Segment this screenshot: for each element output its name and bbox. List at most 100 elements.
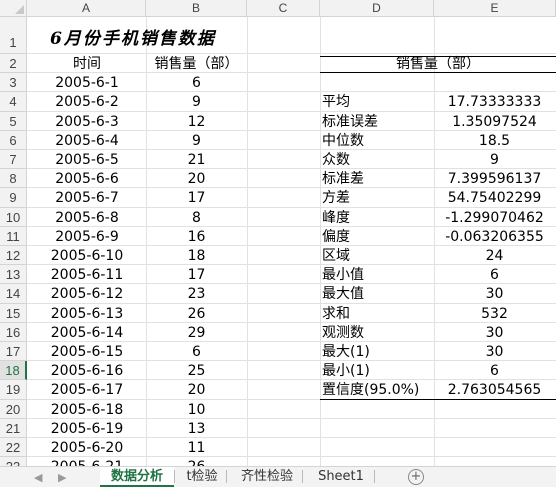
cell-stat-value[interactable]: 9 bbox=[434, 151, 555, 169]
prev-sheet-icon[interactable]: ◀ bbox=[34, 471, 42, 484]
column-header-d[interactable]: D bbox=[320, 0, 434, 17]
cell-sales[interactable]: 23 bbox=[146, 285, 247, 303]
cell-date[interactable]: 2005-6-12 bbox=[28, 285, 146, 303]
cell-stat-label[interactable]: 峰度 bbox=[321, 209, 434, 227]
cell-stat-value[interactable]: 7.399596137 bbox=[434, 170, 555, 188]
cell-date[interactable]: 2005-6-1 bbox=[28, 74, 146, 92]
cell-date[interactable]: 2005-6-15 bbox=[28, 343, 146, 361]
row-header-8[interactable]: 8 bbox=[0, 169, 27, 189]
row-header-2[interactable]: 2 bbox=[0, 54, 27, 74]
row-header-15[interactable]: 15 bbox=[0, 303, 27, 323]
cell-stat-label[interactable]: 置信度(95.0%) bbox=[321, 381, 434, 399]
cell-stat-label[interactable]: 中位数 bbox=[321, 132, 434, 150]
cell-sales[interactable]: 26 bbox=[146, 305, 247, 323]
sheet-tab-4[interactable]: Sheet1 bbox=[308, 467, 374, 487]
cell-sales[interactable]: 10 bbox=[146, 401, 247, 419]
cell-date[interactable]: 2005-6-13 bbox=[28, 305, 146, 323]
row-header-19[interactable]: 19 bbox=[0, 380, 27, 400]
cell-date[interactable]: 2005-6-20 bbox=[28, 439, 146, 457]
cell-stat-value[interactable]: 6 bbox=[434, 362, 555, 380]
cell-sales[interactable]: 8 bbox=[146, 209, 247, 227]
sheet-title-cell[interactable]: 6月份手机销售数据 bbox=[50, 24, 216, 49]
column-title-sales[interactable]: 销售量（部） bbox=[146, 55, 247, 73]
cell-date[interactable]: 2005-6-14 bbox=[28, 324, 146, 342]
row-header-14[interactable]: 14 bbox=[0, 284, 27, 304]
column-title-time[interactable]: 时间 bbox=[28, 55, 146, 73]
cell-stat-label[interactable]: 平均 bbox=[321, 93, 434, 111]
cell-sales[interactable]: 18 bbox=[146, 247, 247, 265]
cell-date[interactable]: 2005-6-16 bbox=[28, 362, 146, 380]
cell-date[interactable]: 2005-6-18 bbox=[28, 401, 146, 419]
cell-sales[interactable]: 11 bbox=[146, 439, 247, 457]
cell-date[interactable]: 2005-6-3 bbox=[28, 113, 146, 131]
row-header-6[interactable]: 6 bbox=[0, 130, 27, 150]
column-header-c[interactable]: C bbox=[247, 0, 320, 17]
row-header-9[interactable]: 9 bbox=[0, 188, 27, 208]
cell-stat-value[interactable]: 17.73333333 bbox=[434, 93, 555, 111]
spreadsheet-grid[interactable]: ABCDE 1 2 3 4 5 6 7 8 9 10 11 12 13 14 15 16 17 18 19 20 21 2… bbox=[0, 0, 556, 466]
cell-stat-value[interactable]: 30 bbox=[434, 324, 555, 342]
column-header-e[interactable]: E bbox=[434, 0, 556, 17]
cell-stat-label[interactable]: 方差 bbox=[321, 189, 434, 207]
cell-stat-value[interactable]: -0.063206355 bbox=[434, 228, 555, 246]
cell-sales[interactable]: 6 bbox=[146, 343, 247, 361]
cell-stat-label[interactable]: 求和 bbox=[321, 305, 434, 323]
cell-date[interactable]: 2005-6-8 bbox=[28, 209, 146, 227]
cell-stat-label[interactable]: 区域 bbox=[321, 247, 434, 265]
row-header-18[interactable]: 18 bbox=[0, 361, 27, 381]
row-header-10[interactable]: 10 bbox=[0, 207, 27, 227]
cell-stat-value[interactable]: 6 bbox=[434, 266, 555, 284]
cell-sales[interactable]: 20 bbox=[146, 381, 247, 399]
add-sheet-button[interactable]: + bbox=[408, 469, 424, 485]
cell-date[interactable]: 2005-6-9 bbox=[28, 228, 146, 246]
cell-sales[interactable]: 12 bbox=[146, 113, 247, 131]
cell-sales[interactable]: 13 bbox=[146, 420, 247, 438]
cell-sales[interactable]: 9 bbox=[146, 93, 247, 111]
cell-stat-value[interactable]: 24 bbox=[434, 247, 555, 265]
cell-stat-value[interactable]: 18.5 bbox=[434, 132, 555, 150]
sheet-tab-3[interactable]: 齐性检验 bbox=[232, 467, 302, 487]
row-header-5[interactable]: 5 bbox=[0, 111, 27, 131]
row-header-4[interactable]: 4 bbox=[0, 92, 27, 112]
stats-header-cell[interactable]: 销售量（部） bbox=[321, 55, 555, 73]
row-header-17[interactable]: 17 bbox=[0, 342, 27, 362]
cell-stat-label[interactable]: 标准差 bbox=[321, 170, 434, 188]
sheet-tab-1[interactable]: 数据分析 bbox=[100, 467, 174, 487]
select-all-corner[interactable] bbox=[0, 0, 27, 17]
cell-sales[interactable]: 16 bbox=[146, 228, 247, 246]
cell-stat-label[interactable]: 标准误差 bbox=[321, 113, 434, 131]
cell-stat-label[interactable]: 最小(1) bbox=[321, 362, 434, 380]
row-header-21[interactable]: 21 bbox=[0, 418, 27, 438]
cell-stat-label[interactable]: 最小值 bbox=[321, 266, 434, 284]
cell-date[interactable]: 2005-6-10 bbox=[28, 247, 146, 265]
cell-sales[interactable]: 29 bbox=[146, 324, 247, 342]
sheet-tab-2[interactable]: t检验 bbox=[178, 467, 226, 487]
cell-date[interactable]: 2005-6-19 bbox=[28, 420, 146, 438]
cell-stat-label[interactable]: 最大(1) bbox=[321, 343, 434, 361]
cell-stat-value[interactable]: 1.35097524 bbox=[434, 113, 555, 131]
cell-stat-label[interactable]: 最大值 bbox=[321, 285, 434, 303]
column-header-a[interactable]: A bbox=[27, 0, 146, 17]
cell-stat-value[interactable]: 2.763054565 bbox=[434, 381, 555, 399]
cell-sales[interactable]: 21 bbox=[146, 151, 247, 169]
cell-date[interactable]: 2005-6-11 bbox=[28, 266, 146, 284]
cell-date[interactable]: 2005-6-2 bbox=[28, 93, 146, 111]
cell-stat-value[interactable]: 54.75402299 bbox=[434, 189, 555, 207]
cell-date[interactable]: 2005-6-4 bbox=[28, 132, 146, 150]
cell-sales[interactable]: 25 bbox=[146, 362, 247, 380]
cell-date[interactable]: 2005-6-6 bbox=[28, 170, 146, 188]
cell-stat-label[interactable]: 观测数 bbox=[321, 324, 434, 342]
cell-sales[interactable]: 17 bbox=[146, 266, 247, 284]
cell-sales[interactable]: 17 bbox=[146, 189, 247, 207]
cell-stat-value[interactable]: 532 bbox=[434, 305, 555, 323]
cell-sales[interactable]: 6 bbox=[146, 74, 247, 92]
next-sheet-icon[interactable]: ▶ bbox=[58, 471, 66, 484]
cell-stat-label[interactable]: 偏度 bbox=[321, 228, 434, 246]
row-header-7[interactable]: 7 bbox=[0, 150, 27, 170]
row-header-16[interactable]: 16 bbox=[0, 322, 27, 342]
column-header-b[interactable]: B bbox=[146, 0, 247, 17]
row-header-20[interactable]: 20 bbox=[0, 399, 27, 419]
cell-date[interactable]: 2005-6-21 bbox=[28, 458, 146, 466]
cell-date[interactable]: 2005-6-5 bbox=[28, 151, 146, 169]
cell-stat-label[interactable]: 众数 bbox=[321, 151, 434, 169]
